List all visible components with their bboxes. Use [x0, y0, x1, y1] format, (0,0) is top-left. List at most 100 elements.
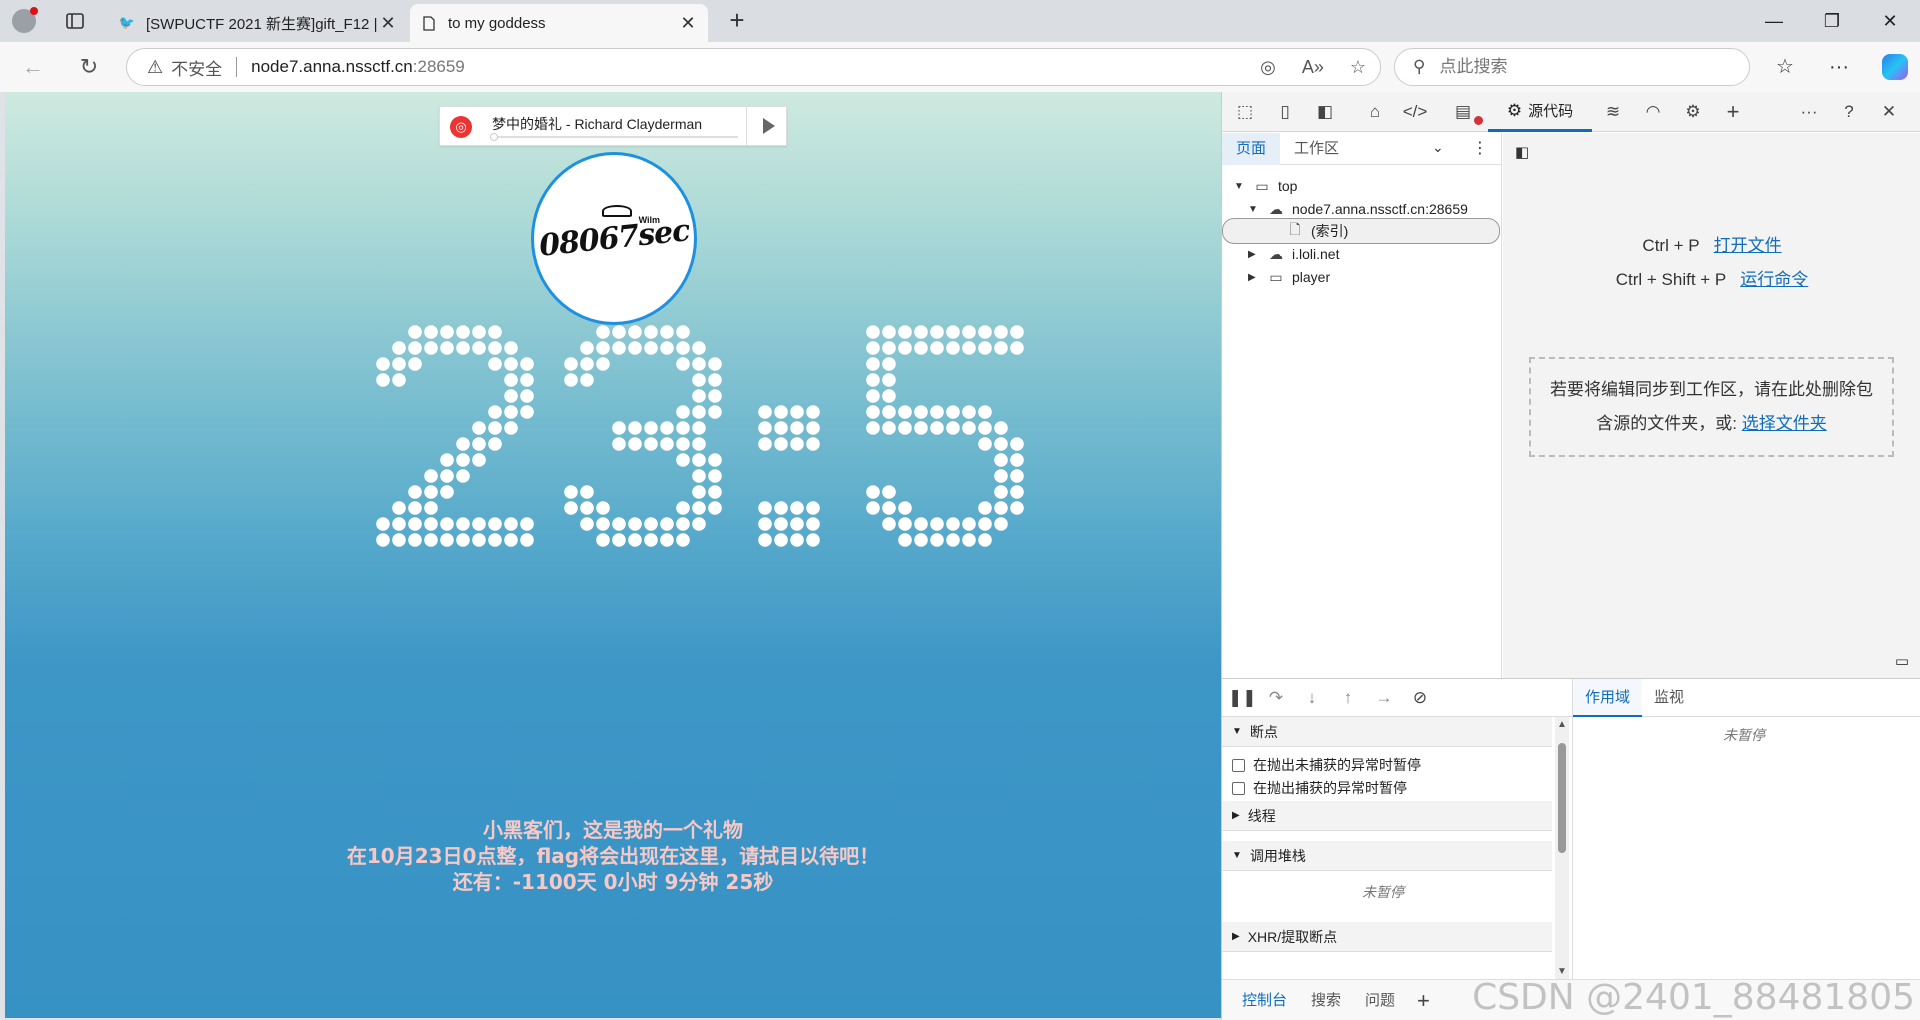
read-aloud-icon[interactable]: A»	[1302, 57, 1324, 78]
step-out-icon[interactable]: ↑	[1336, 687, 1360, 709]
clock-dot	[612, 421, 626, 435]
security-label[interactable]: 不安全	[171, 55, 222, 80]
more-menu-icon[interactable]: ···	[1824, 52, 1854, 82]
network-icon[interactable]: ≋	[1600, 100, 1626, 124]
pause-caught-checkbox[interactable]: 在抛出捕获的异常时暂停	[1232, 778, 1407, 798]
more-options-icon[interactable]: ···	[1796, 100, 1822, 124]
tab-goddess[interactable]: to my goddess ✕	[410, 4, 708, 42]
tree-item-player[interactable]: ▶ ▭ player	[1248, 264, 1330, 290]
play-button[interactable]	[746, 107, 786, 145]
section-callstack[interactable]: ▼ 调用堆栈	[1222, 841, 1552, 871]
inspect-icon[interactable]: ⬚	[1232, 100, 1258, 124]
step-icon[interactable]: →	[1372, 687, 1396, 709]
progress-bar[interactable]	[492, 136, 738, 138]
home-icon[interactable]: ⌂	[1362, 100, 1388, 124]
clock-dot	[424, 533, 438, 547]
clock-dot	[392, 341, 406, 355]
scroll-thumb[interactable]	[1558, 743, 1566, 853]
step-over-icon[interactable]: ↷	[1264, 687, 1288, 709]
close-tab-icon[interactable]: ✕	[678, 13, 698, 34]
expanded-triangle-icon[interactable]: ▼	[1248, 204, 1262, 215]
debugger-scrollbar[interactable]: ▲ ▼	[1555, 717, 1569, 979]
restore-icon[interactable]: ❐	[1804, 0, 1860, 42]
collapsed-triangle-icon[interactable]: ▶	[1248, 272, 1262, 283]
clock-dot	[392, 357, 406, 371]
netease-music-icon[interactable]: ◎	[450, 116, 472, 138]
url-text[interactable]: node7.anna.nssctf.cn:28659	[251, 57, 465, 77]
settings-gear-icon[interactable]: ⚙	[1680, 100, 1706, 124]
pause-uncaught-checkbox[interactable]: 在抛出未捕获的异常时暂停	[1232, 755, 1421, 775]
deactivate-breakpoints-icon[interactable]: ⊘	[1408, 687, 1432, 709]
tab-workspace[interactable]: 工作区	[1280, 133, 1353, 165]
toggle-navigator-icon[interactable]: ◧	[1515, 143, 1529, 161]
console-icon[interactable]: ▤	[1450, 100, 1476, 124]
checkbox-box[interactable]	[1232, 758, 1245, 772]
back-icon[interactable]: ←	[18, 52, 48, 82]
minimize-icon[interactable]: —	[1746, 0, 1802, 42]
scroll-down-icon[interactable]: ▼	[1557, 966, 1567, 977]
help-icon[interactable]: ?	[1836, 100, 1862, 124]
tab-watch[interactable]: 监视	[1642, 679, 1696, 717]
favorite-star-icon[interactable]: ☆	[1350, 57, 1366, 78]
expanded-triangle-icon[interactable]: ▼	[1234, 181, 1248, 192]
run-command-link[interactable]: 运行命令	[1740, 270, 1808, 289]
profile-avatar[interactable]	[12, 7, 38, 33]
clock-dot	[774, 421, 788, 435]
clock-dot	[978, 533, 992, 547]
checkbox-box[interactable]	[1232, 781, 1245, 795]
performance-icon[interactable]: ◠	[1640, 100, 1666, 124]
kebab-menu-icon[interactable]: ⋮	[1472, 138, 1488, 158]
close-devtools-icon[interactable]: ✕	[1876, 100, 1902, 124]
tab-sources[interactable]: ⚙ 源代码	[1488, 92, 1592, 132]
navigator-tabs: 页面 工作区 ⌄ ⋮	[1222, 132, 1501, 165]
favorites-icon[interactable]: ☆	[1770, 52, 1800, 82]
devtools-panel: ⬚ ▯ ◧ ⌂ </> ▤ ⚙ 源代码 ≋ ◠ ⚙ + ··· ? ✕ 页面 工…	[1221, 92, 1920, 1020]
drawer-toggle-icon[interactable]: ▭	[1895, 652, 1909, 670]
bug-icon: ⚙	[1506, 100, 1523, 120]
clock-dot	[612, 325, 626, 339]
clock-dot	[424, 325, 438, 339]
collapsed-triangle-icon[interactable]: ▶	[1248, 249, 1262, 260]
section-threads[interactable]: ▶ 线程	[1222, 801, 1552, 831]
clock-dot	[456, 517, 470, 531]
new-tab-button[interactable]: +	[722, 6, 752, 36]
workspace-dropzone[interactable]: 若要将编辑同步到工作区，请在此处删除包含源的文件夹，或: 选择文件夹	[1529, 357, 1894, 457]
scope-tabs: 作用域 监视	[1573, 678, 1920, 717]
copilot-icon[interactable]	[1882, 54, 1908, 80]
section-breakpoints[interactable]: ▼ 断点	[1222, 717, 1552, 747]
add-drawer-tab-icon[interactable]: +	[1417, 988, 1430, 1014]
tab-search[interactable]: 搜索	[1299, 980, 1353, 1020]
warning-triangle-icon[interactable]: ⚠	[147, 57, 163, 78]
tab-issues[interactable]: 问题	[1353, 980, 1407, 1020]
close-window-icon[interactable]: ✕	[1862, 0, 1918, 42]
search-input[interactable]	[1439, 57, 1720, 77]
tab-page[interactable]: 页面	[1222, 132, 1281, 165]
tab-scope[interactable]: 作用域	[1573, 678, 1643, 717]
clock-dot	[898, 341, 912, 355]
device-emulation-icon[interactable]: ▯	[1272, 100, 1298, 124]
dock-icon[interactable]: ◧	[1312, 100, 1338, 124]
clock-dot	[520, 373, 534, 387]
section-xhr-breakpoints[interactable]: ▶ XHR/提取断点	[1222, 922, 1552, 952]
search-box[interactable]: ⚲	[1394, 48, 1750, 86]
step-into-icon[interactable]: ↓	[1300, 687, 1324, 709]
tab-swpuctf[interactable]: 🐦 [SWPUCTF 2021 新生赛]gift_F12 | ✕	[108, 4, 408, 42]
clock-dot	[994, 517, 1008, 531]
address-bar[interactable]: ⚠ 不安全 node7.anna.nssctf.cn:28659 ◎ A» ☆	[126, 48, 1381, 86]
progress-knob[interactable]	[490, 133, 498, 141]
tab-console[interactable]: 控制台	[1230, 980, 1300, 1020]
scroll-up-icon[interactable]: ▲	[1557, 719, 1567, 730]
elements-icon[interactable]: </>	[1402, 100, 1428, 124]
clock-dot	[676, 437, 690, 451]
workspaces-icon[interactable]	[62, 8, 88, 34]
edge-icon[interactable]: ◎	[1260, 57, 1276, 78]
clock-dot	[520, 517, 534, 531]
notification-dot	[30, 7, 38, 15]
open-file-link[interactable]: 打开文件	[1714, 236, 1782, 255]
pause-icon[interactable]: ❚❚	[1228, 687, 1257, 709]
close-tab-icon[interactable]: ✕	[378, 13, 398, 34]
more-tools-plus-icon[interactable]: +	[1720, 99, 1746, 124]
select-folder-link[interactable]: 选择文件夹	[1742, 414, 1827, 433]
refresh-icon[interactable]: ↻	[74, 52, 104, 82]
chevron-down-icon[interactable]: ⌄	[1432, 139, 1444, 156]
